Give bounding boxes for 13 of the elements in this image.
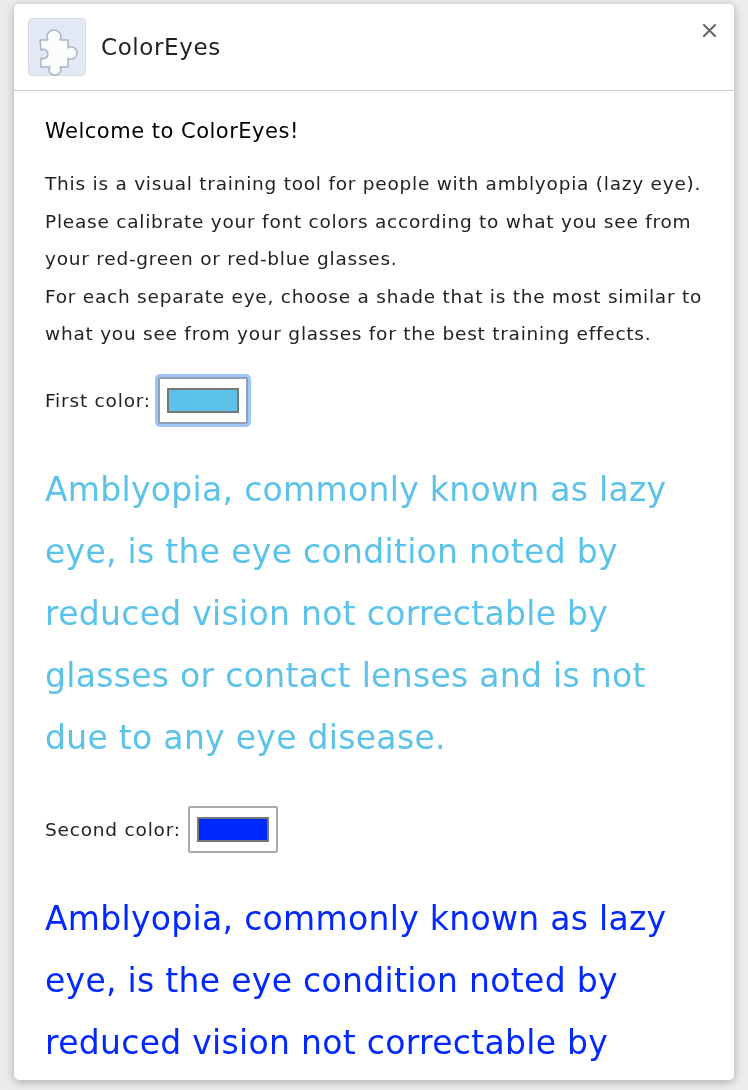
intro-text: Please calibrate your font colors according to what you see from your red-green or red-blue glasses. (45, 209, 693, 271)
intro-text: This is a visual training tool for people with amblyopia (lazy eye). (45, 172, 703, 196)
sample-text: Amblyopia, commonly known as lazy eye, is the eye condition noted by reduced vision not correctable by (45, 897, 668, 1064)
color-picker[interactable] (187, 805, 278, 853)
color-picker[interactable] (157, 376, 248, 424)
intro-text: For each separate eye, choose a shade that is the most similar to what you see from your glasses for the best training effects. (45, 284, 703, 346)
sample-text: Amblyopia, commonly known as lazy eye, is the eye condition noted by reduced vision not correctable by glasses or contact lenses and is not due to any eye disease. (45, 468, 668, 759)
close-icon[interactable] (703, 24, 716, 37)
color-label: Second color: (45, 818, 181, 840)
welcome-heading: Welcome to ColorEyes! (45, 119, 300, 143)
app-title: ColorEyes (101, 34, 221, 60)
puzzle-icon (28, 18, 86, 76)
color-label: First color: (45, 389, 151, 411)
